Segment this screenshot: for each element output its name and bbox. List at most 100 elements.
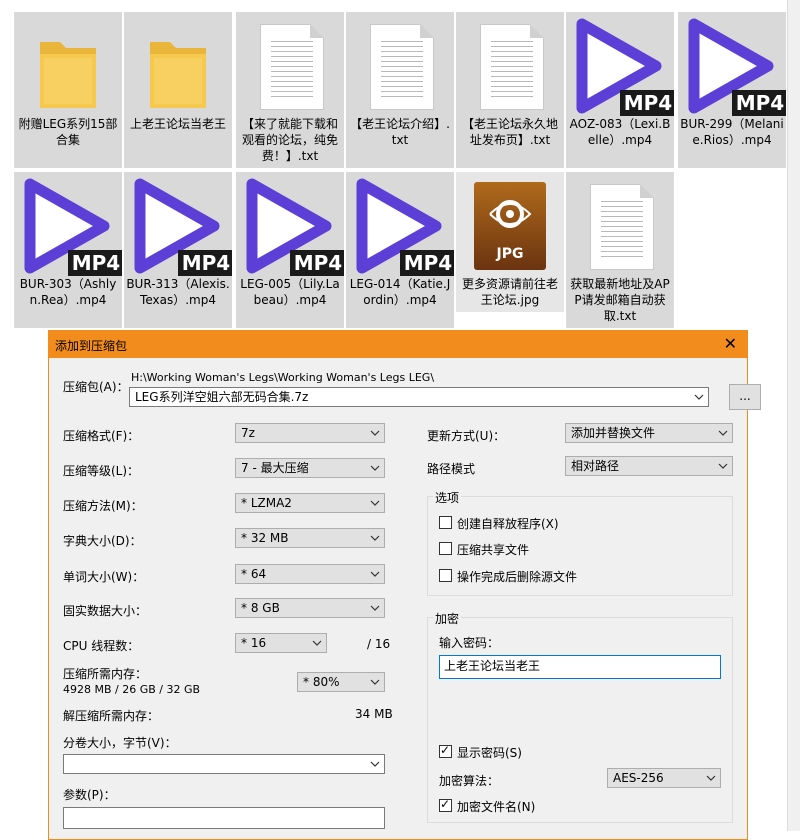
password-input[interactable]: 上老王论坛当老王 xyxy=(439,655,721,679)
dict-label: 字典大小(D)： xyxy=(63,534,142,548)
options-title: 选项 xyxy=(433,489,462,506)
file-item[interactable]: MP4 BUR-303（Ashlyn.Rea）.mp4 xyxy=(14,172,122,328)
archive-label: 压缩包(A)： xyxy=(63,380,129,394)
mem-pct-combo[interactable]: * 80% xyxy=(297,672,385,692)
folder-icon xyxy=(124,20,232,120)
cpu-combo[interactable]: * 16 xyxy=(235,633,327,653)
file-item[interactable]: MP4 LEG-005（Lily.Labeau）.mp4 xyxy=(236,172,344,328)
shared-label: 压缩共享文件 xyxy=(457,543,530,557)
file-name: LEG-005（Lily.Labeau）.mp4 xyxy=(240,277,340,307)
split-combo[interactable] xyxy=(63,754,385,774)
demem-value: 34 MB xyxy=(355,707,393,721)
dict-value: * 32 MB xyxy=(241,531,289,545)
delete-label: 操作完成后删除源文件 xyxy=(457,570,578,584)
params-input[interactable] xyxy=(63,807,385,829)
text-file-icon xyxy=(456,20,564,120)
svg-text:MP4: MP4 xyxy=(72,251,120,275)
file-item[interactable]: JPG 更多资源请前往老王论坛.jpg xyxy=(456,172,564,312)
chevron-down-icon xyxy=(370,605,380,611)
format-value: 7z xyxy=(241,426,255,440)
solid-combo[interactable]: * 8 GB xyxy=(235,598,385,618)
chevron-down-icon xyxy=(706,775,716,781)
level-value: 7 - 最大压缩 xyxy=(241,461,309,475)
file-item[interactable]: MP4 BUR-299（Melanie.Rios）.mp4 xyxy=(678,12,786,168)
level-label: 压缩等级(L)： xyxy=(63,464,140,478)
video-file-icon: MP4 xyxy=(236,178,344,280)
file-item[interactable]: 上老王论坛当老王 xyxy=(124,12,232,168)
file-item[interactable]: MP4 LEG-014（Katie.Jordin）.mp4 xyxy=(346,172,454,328)
dialog-titlebar: 添加到压缩包 ✕ xyxy=(49,331,747,358)
chevron-down-icon xyxy=(694,394,704,400)
word-combo[interactable]: * 64 xyxy=(235,564,385,584)
video-file-icon: MP4 xyxy=(566,18,674,120)
video-file-icon: MP4 xyxy=(14,178,122,280)
file-name: 附赠LEG系列15部合集 xyxy=(18,117,118,147)
sfx-label: 创建自释放程序(X) xyxy=(457,517,559,531)
dict-combo[interactable]: * 32 MB xyxy=(235,528,385,548)
encrypt-names-label: 加密文件名(N) xyxy=(457,800,536,814)
cpu-value: * 16 xyxy=(241,636,267,650)
sfx-checkbox[interactable] xyxy=(439,516,452,529)
method-label: 压缩方法(M)： xyxy=(63,499,143,513)
update-label: 更新方式(U)： xyxy=(427,429,506,443)
delete-checkbox[interactable] xyxy=(439,569,452,582)
cpu-label: CPU 线程数： xyxy=(63,639,140,653)
format-combo[interactable]: 7z xyxy=(235,423,385,443)
file-name: BUR-303（Ashlyn.Rea）.mp4 xyxy=(19,277,117,307)
word-value: * 64 xyxy=(241,567,267,581)
enc-method-combo[interactable]: AES-256 xyxy=(607,768,721,788)
text-file-icon xyxy=(236,20,344,120)
file-item[interactable]: 获取最新地址及APP请发邮箱自动获取.txt xyxy=(566,172,674,328)
folder-icon xyxy=(14,20,122,120)
archive-name-combo[interactable]: LEG系列洋空姐六部无码合集.7z xyxy=(129,387,709,407)
file-item[interactable]: 附赠LEG系列15部合集 xyxy=(14,12,122,168)
file-name: 更多资源请前往老王论坛.jpg xyxy=(461,277,558,307)
close-icon[interactable]: ✕ xyxy=(724,334,737,353)
word-label: 单词大小(W)： xyxy=(63,570,145,584)
add-to-archive-dialog: 添加到压缩包 ✕ 压缩包(A)： H:\Working Woman's Legs… xyxy=(48,330,761,840)
video-file-icon: MP4 xyxy=(124,178,232,280)
chevron-down-icon xyxy=(718,430,728,436)
file-name: LEG-014（Katie.Jordin）.mp4 xyxy=(349,277,451,307)
archive-name: LEG系列洋空姐六部无码合集.7z xyxy=(135,390,309,404)
browse-button[interactable]: ... xyxy=(729,384,761,410)
format-label: 压缩格式(F)： xyxy=(63,429,140,443)
encrypt-names-checkbox[interactable] xyxy=(439,797,452,812)
dialog-title: 添加到压缩包 xyxy=(55,339,128,353)
video-file-icon: MP4 xyxy=(346,178,454,280)
path-combo[interactable]: 相对路径 xyxy=(565,456,733,476)
file-item[interactable]: 【来了就能下载和观看的论坛，纯免费！】.txt xyxy=(236,12,344,168)
mem-value: 4928 MB / 26 GB / 32 GB xyxy=(63,683,201,696)
file-name: 【老王论坛介绍】.txt xyxy=(350,117,450,147)
archive-path: H:\Working Woman's Legs\Working Woman's … xyxy=(131,371,435,384)
file-name: 上老王论坛当老王 xyxy=(129,117,226,131)
chevron-down-icon xyxy=(312,640,322,646)
text-file-icon xyxy=(566,180,674,280)
file-name: 【老王论坛永久地址发布页】.txt xyxy=(461,117,558,147)
enc-method-label: 加密算法： xyxy=(439,774,500,788)
demem-label: 解压缩所需内存： xyxy=(63,709,160,723)
chevron-down-icon xyxy=(718,463,728,469)
mem-pct: * 80% xyxy=(303,675,340,689)
file-name: 获取最新地址及APP请发邮箱自动获取.txt xyxy=(570,277,670,323)
file-item[interactable]: MP4 AOZ-083（Lexi.Belle）.mp4 xyxy=(566,12,674,168)
file-item[interactable]: 【老王论坛介绍】.txt xyxy=(346,12,454,168)
shared-checkbox[interactable] xyxy=(439,542,452,555)
file-item[interactable]: MP4 BUR-313（Alexis.Texas）.mp4 xyxy=(124,172,232,328)
show-password-label: 显示密码(S) xyxy=(457,746,522,760)
svg-text:MP4: MP4 xyxy=(294,251,342,275)
method-combo[interactable]: * LZMA2 xyxy=(235,493,385,513)
show-password-checkbox[interactable] xyxy=(439,743,452,758)
chevron-down-icon xyxy=(370,535,380,541)
level-combo[interactable]: 7 - 最大压缩 xyxy=(235,458,385,478)
file-item[interactable]: 【老王论坛永久地址发布页】.txt xyxy=(456,12,564,168)
chevron-down-icon xyxy=(370,571,380,577)
scrollbar[interactable] xyxy=(787,0,800,831)
update-combo[interactable]: 添加并替换文件 xyxy=(565,423,733,443)
svg-text:MP4: MP4 xyxy=(624,91,672,115)
text-file-icon xyxy=(346,20,454,120)
solid-value: * 8 GB xyxy=(241,601,280,615)
svg-text:MP4: MP4 xyxy=(404,251,452,275)
enc-method-value: AES-256 xyxy=(613,771,664,785)
params-label: 参数(P)： xyxy=(63,788,116,802)
